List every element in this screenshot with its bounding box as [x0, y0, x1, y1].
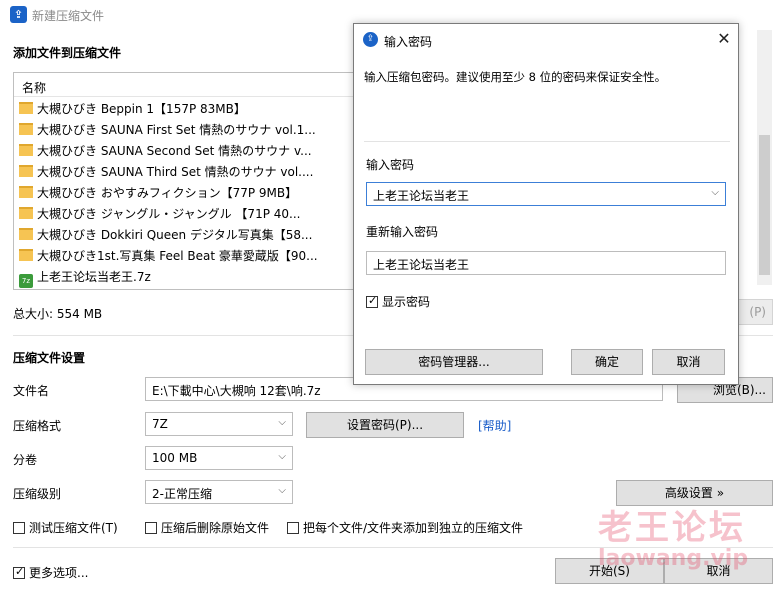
checkbox-icon[interactable] — [366, 294, 378, 308]
repeat-password-input[interactable]: 上老王论坛当老王 — [366, 251, 726, 275]
volume-select[interactable]: 100 MB ⌵ — [145, 446, 293, 470]
chevron-down-icon: ⌵ — [278, 485, 286, 496]
folder-icon — [19, 249, 33, 261]
dialog-description: 输入压缩包密码。建议使用至少 8 位的密码来保证安全性。 — [364, 70, 667, 84]
chevron-down-icon[interactable]: ⌵ — [711, 187, 719, 198]
total-size: 总大小: 554 MB — [13, 307, 103, 321]
column-name[interactable]: 名称 — [22, 79, 46, 96]
checkbox-icon[interactable] — [287, 522, 299, 534]
archive-icon: 7z — [19, 274, 33, 288]
chevron-down-icon: ⌵ — [278, 417, 286, 428]
volume-value: 100 MB — [152, 451, 198, 465]
list-item[interactable]: 7z 上老王论坛当老王.7z — [19, 268, 151, 288]
folder-icon — [19, 102, 33, 114]
password-dialog: ⇪ 输入密码 ✕ 输入压缩包密码。建议使用至少 8 位的密码来保证安全性。 输入… — [353, 23, 739, 385]
volume-label: 分卷 — [13, 453, 38, 467]
list-item[interactable]: 大槻ひびき ジャングル・ジャングル 【71P 40... — [19, 205, 300, 225]
folder-icon — [19, 186, 33, 198]
level-label: 压缩级别 — [13, 487, 62, 501]
format-label: 压缩格式 — [13, 419, 62, 433]
watermark-url: laowang.vip — [598, 546, 749, 571]
file-list[interactable]: 名称 大槻ひびき Beppin 1【157P 83MB】 大槻ひびき SAUNA… — [13, 72, 361, 290]
delete-checkbox[interactable]: 压缩后删除原始文件 — [145, 519, 269, 536]
password-input[interactable]: 上老王论坛当老王 ⌵ — [366, 182, 726, 206]
settings-section-title: 压缩文件设置 — [13, 351, 86, 365]
help-link[interactable]: [帮助] — [478, 417, 511, 434]
list-item[interactable]: 大槻ひびき SAUNA Third Set 情熱のサウナ vol.... — [19, 163, 313, 183]
window-title: 新建压缩文件 — [32, 9, 105, 23]
list-item[interactable]: 大槻ひびき Dokkiri Queen デジタル写真集【58... — [19, 226, 312, 246]
folder-icon — [19, 228, 33, 240]
list-item[interactable]: 大槻ひびき SAUNA First Set 情熱のサウナ vol.1... — [19, 121, 316, 141]
add-section-title: 添加文件到压缩文件 — [13, 46, 122, 60]
checkbox-icon[interactable] — [145, 522, 157, 534]
checkbox-icon[interactable] — [13, 522, 25, 534]
format-value: 7Z — [152, 417, 168, 431]
list-item[interactable]: 大槻ひびき SAUNA Second Set 情熱のサウナ v... — [19, 142, 312, 162]
separate-checkbox[interactable]: 把每个文件/文件夹添加到独立的压缩文件 — [287, 519, 523, 536]
more-options-checkbox[interactable]: 更多选项... — [13, 564, 88, 581]
filename-label: 文件名 — [13, 384, 50, 398]
folder-icon — [19, 165, 33, 177]
scrollbar-thumb[interactable] — [759, 135, 770, 275]
set-password-button[interactable]: 设置密码(P)... — [306, 412, 464, 438]
password-manager-button[interactable]: 密码管理器... — [365, 349, 543, 375]
list-item[interactable]: 大槻ひびき Beppin 1【157P 83MB】 — [19, 100, 246, 120]
dialog-cancel-button[interactable]: 取消 — [652, 349, 725, 375]
app-icon: ⇪ — [10, 6, 27, 23]
password-value: 上老王论坛当老王 — [373, 189, 470, 203]
close-icon[interactable]: ✕ — [714, 29, 734, 49]
ok-button[interactable]: 确定 — [571, 349, 643, 375]
list-item[interactable]: 大槻ひびき1st.写真集 Feel Beat 豪華愛蔵版【90... — [19, 247, 318, 267]
checkbox-icon[interactable] — [13, 565, 25, 579]
level-value: 2-正常压缩 — [152, 487, 212, 501]
repeat-password-label: 重新输入密码 — [366, 225, 439, 239]
show-password-checkbox[interactable]: 显示密码 — [366, 293, 430, 310]
chevron-down-icon: ⌵ — [278, 451, 286, 462]
dialog-title: 输入密码 — [384, 35, 433, 49]
list-item[interactable]: 大槻ひびき おやすみフィクション【77P 9MB】 — [19, 184, 297, 204]
level-select[interactable]: 2-正常压缩 ⌵ — [145, 480, 293, 504]
watermark-logo: 老王论坛 — [598, 508, 746, 548]
divider — [364, 141, 730, 142]
dialog-app-icon: ⇪ — [363, 32, 378, 47]
list-header[interactable]: 名称 — [14, 73, 360, 97]
format-select[interactable]: 7Z ⌵ — [145, 412, 293, 436]
test-checkbox[interactable]: 测试压缩文件(T) — [13, 519, 118, 536]
password-label: 输入密码 — [366, 158, 415, 172]
folder-icon — [19, 144, 33, 156]
folder-icon — [19, 123, 33, 135]
folder-icon — [19, 207, 33, 219]
